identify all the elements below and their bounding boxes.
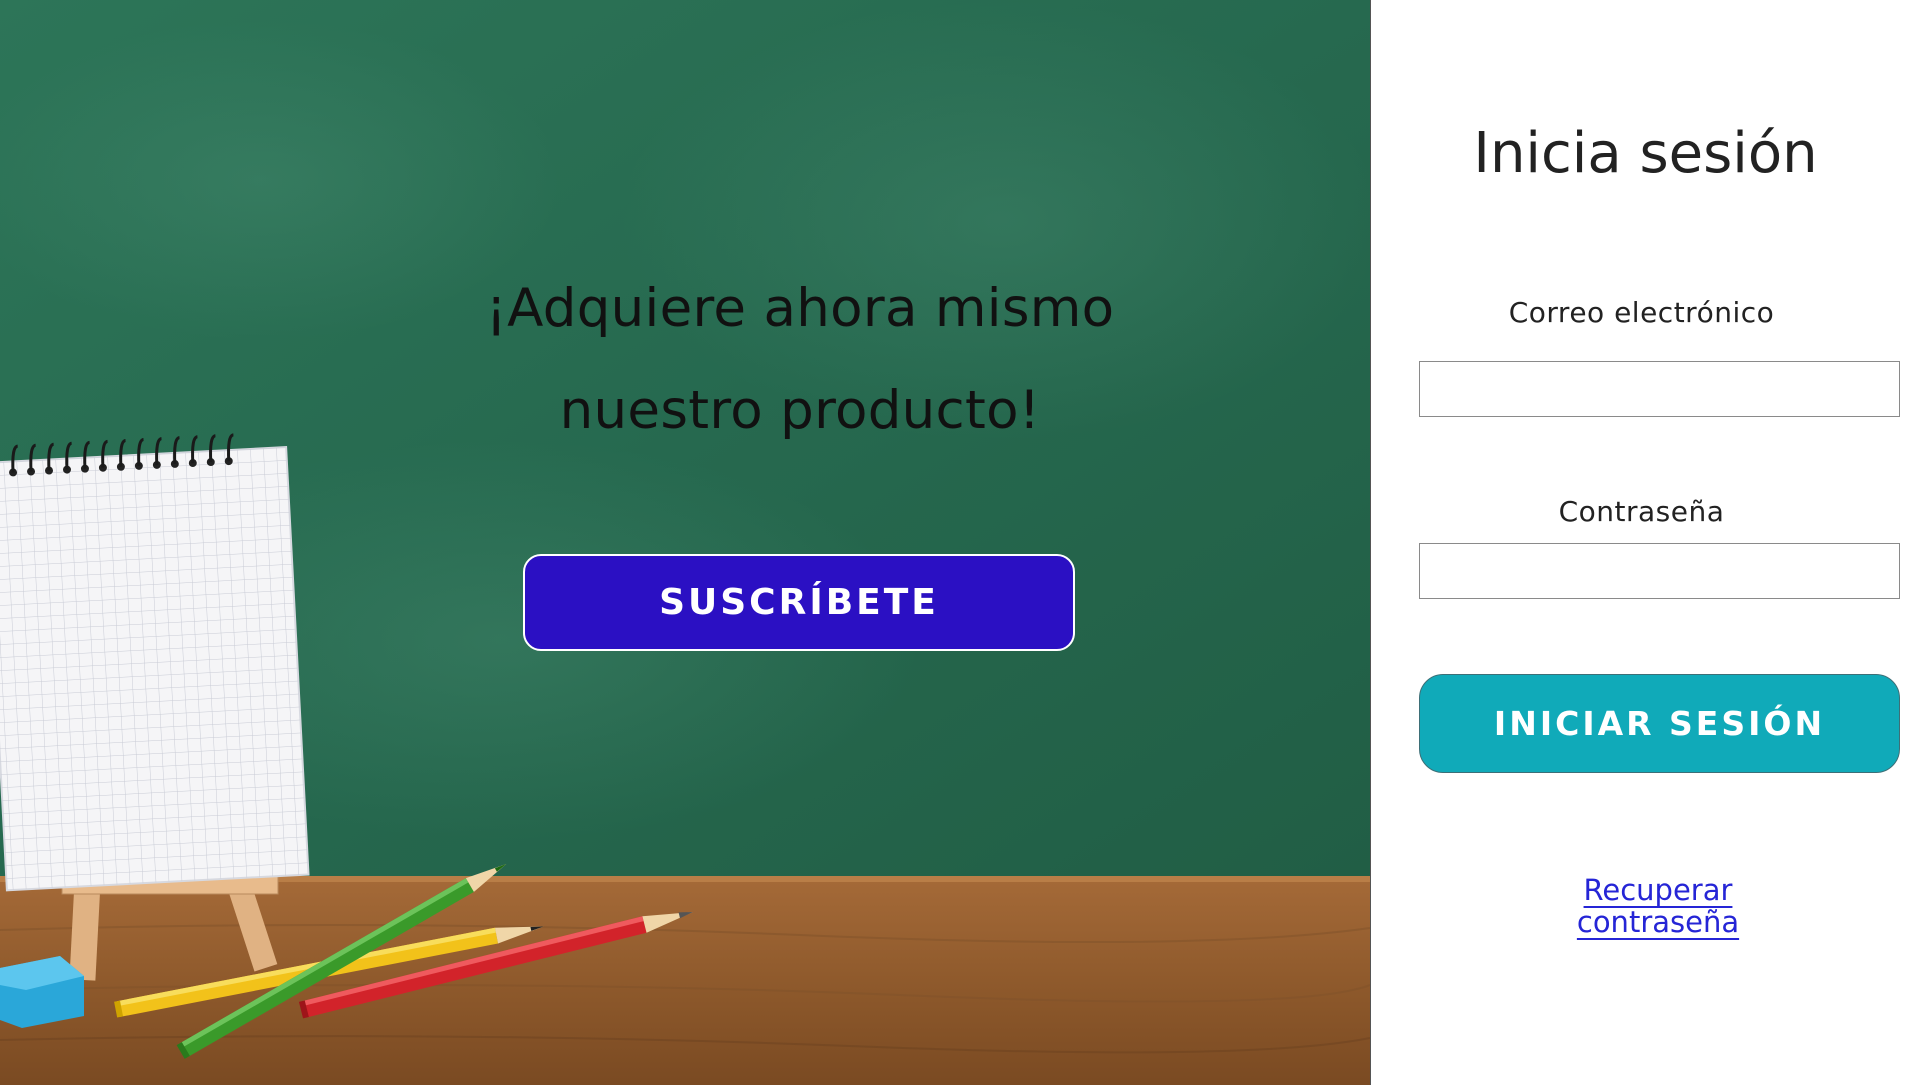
hero-headline-line-2: nuestro producto! xyxy=(559,380,1041,441)
hero-section: ¡Adquiere ahora mismo nuestro producto! … xyxy=(0,0,1371,1085)
login-title: Inicia sesión xyxy=(1473,121,1818,186)
email-label: Correo electrónico xyxy=(1508,296,1775,329)
password-label: Contraseña xyxy=(1558,495,1725,528)
password-field[interactable] xyxy=(1419,543,1900,599)
hero-background-image xyxy=(0,0,1370,1085)
hero-headline-line-1: ¡Adquiere ahora mismo xyxy=(485,278,1115,339)
subscribe-button[interactable]: SUSCRÍBETE xyxy=(523,554,1075,651)
email-field[interactable] xyxy=(1419,361,1900,417)
recover-password-link[interactable]: Recuperar contraseña xyxy=(1508,874,1808,939)
login-button[interactable]: INICIAR SESIÓN xyxy=(1419,674,1900,773)
